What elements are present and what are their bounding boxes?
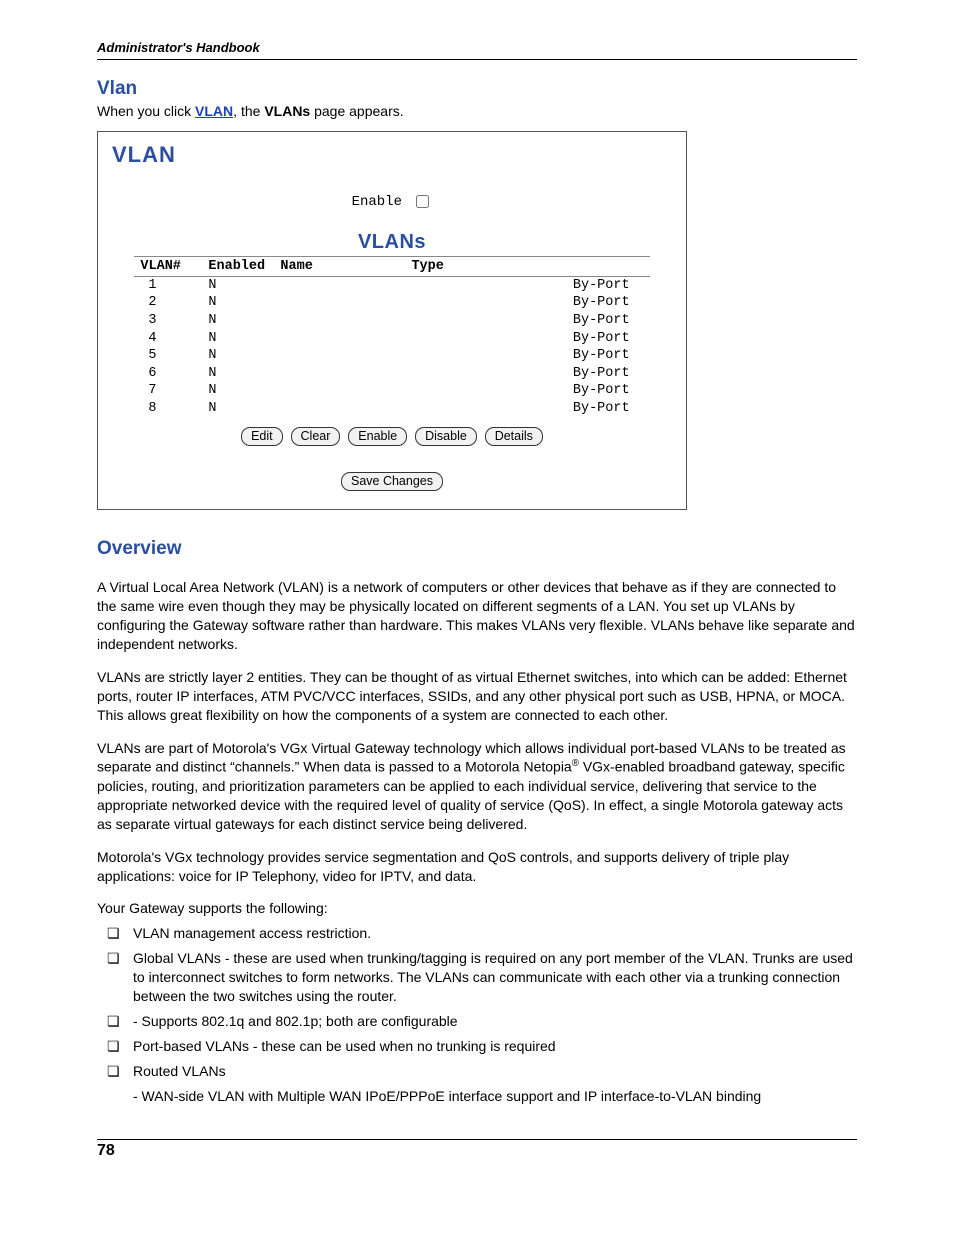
col-enabled: Enabled bbox=[202, 256, 274, 276]
cell-name bbox=[274, 347, 405, 365]
cell-vlan: 5 bbox=[134, 347, 202, 365]
cell-vlan: 7 bbox=[134, 382, 202, 400]
cell-name bbox=[274, 400, 405, 418]
feature-list: VLAN management access restriction. Glob… bbox=[107, 924, 857, 1080]
list-item: - Supports 802.1q and 802.1p; both are c… bbox=[107, 1012, 857, 1031]
col-name: Name bbox=[274, 256, 405, 276]
table-row[interactable]: 3N By-Port bbox=[134, 312, 649, 330]
cell-vlan: 6 bbox=[134, 365, 202, 383]
cell-enabled: N bbox=[202, 365, 274, 383]
save-button-row: Save Changes bbox=[112, 472, 672, 491]
enable-row: Enable bbox=[112, 192, 672, 211]
disable-button[interactable]: Disable bbox=[415, 427, 477, 446]
vlan-link[interactable]: VLAN bbox=[195, 103, 233, 119]
cell-vlan: 8 bbox=[134, 400, 202, 418]
list-item: Global VLANs - these are used when trunk… bbox=[107, 949, 857, 1006]
cell-type: By-Port bbox=[405, 276, 649, 294]
enable-checkbox[interactable] bbox=[416, 195, 429, 208]
cell-name bbox=[274, 312, 405, 330]
section-title-vlan: Vlan bbox=[97, 78, 857, 100]
cell-type: By-Port bbox=[405, 312, 649, 330]
table-row[interactable]: 2N By-Port bbox=[134, 294, 649, 312]
cell-type: By-Port bbox=[405, 365, 649, 383]
vlan-table-header: VLAN# Enabled Name Type bbox=[134, 256, 649, 276]
cell-enabled: N bbox=[202, 400, 274, 418]
cell-vlan: 4 bbox=[134, 330, 202, 348]
table-row[interactable]: 8N By-Port bbox=[134, 400, 649, 418]
cell-type: By-Port bbox=[405, 294, 649, 312]
edit-button[interactable]: Edit bbox=[241, 427, 283, 446]
list-item: Routed VLANs bbox=[107, 1062, 857, 1081]
cell-enabled: N bbox=[202, 347, 274, 365]
cell-enabled: N bbox=[202, 312, 274, 330]
col-vlan: VLAN# bbox=[134, 256, 202, 276]
cell-type: By-Port bbox=[405, 330, 649, 348]
table-row[interactable]: 1N By-Port bbox=[134, 276, 649, 294]
enable-button[interactable]: Enable bbox=[348, 427, 407, 446]
cell-enabled: N bbox=[202, 294, 274, 312]
page-number: 78 bbox=[97, 1142, 857, 1160]
intro-pre: When you click bbox=[97, 103, 195, 119]
footer-rule bbox=[97, 1139, 857, 1140]
intro-post: page appears. bbox=[310, 103, 403, 119]
col-type: Type bbox=[405, 256, 649, 276]
cell-type: By-Port bbox=[405, 400, 649, 418]
panel-title: VLAN bbox=[112, 142, 672, 168]
cell-enabled: N bbox=[202, 330, 274, 348]
save-changes-button[interactable]: Save Changes bbox=[341, 472, 443, 491]
cell-type: By-Port bbox=[405, 347, 649, 365]
table-row[interactable]: 7N By-Port bbox=[134, 382, 649, 400]
panel-subtitle: VLANs bbox=[112, 231, 672, 254]
clear-button[interactable]: Clear bbox=[291, 427, 341, 446]
list-item: Port-based VLANs - these can be used whe… bbox=[107, 1037, 857, 1056]
table-row[interactable]: 6N By-Port bbox=[134, 365, 649, 383]
section-title-overview: Overview bbox=[97, 538, 857, 560]
cell-name bbox=[274, 276, 405, 294]
registered-mark: ® bbox=[572, 758, 579, 769]
routed-vlans-subline: - WAN-side VLAN with Multiple WAN IPoE/P… bbox=[133, 1087, 857, 1106]
cell-type: By-Port bbox=[405, 382, 649, 400]
cell-enabled: N bbox=[202, 276, 274, 294]
action-button-row: Edit Clear Enable Disable Details bbox=[112, 427, 672, 446]
cell-name bbox=[274, 294, 405, 312]
cell-name bbox=[274, 330, 405, 348]
overview-p4: Motorola's VGx technology provides servi… bbox=[97, 848, 857, 886]
cell-vlan: 1 bbox=[134, 276, 202, 294]
overview-p2: VLANs are strictly layer 2 entities. The… bbox=[97, 668, 857, 725]
list-item: VLAN management access restriction. bbox=[107, 924, 857, 943]
vlan-panel: VLAN Enable VLANs VLAN# Enabled Name Typ… bbox=[97, 131, 687, 510]
header-rule bbox=[97, 59, 857, 60]
cell-vlan: 2 bbox=[134, 294, 202, 312]
table-row[interactable]: 4N By-Port bbox=[134, 330, 649, 348]
cell-vlan: 3 bbox=[134, 312, 202, 330]
intro-paragraph: When you click VLAN, the VLANs page appe… bbox=[97, 102, 857, 121]
cell-name bbox=[274, 382, 405, 400]
cell-name bbox=[274, 365, 405, 383]
intro-bold: VLANs bbox=[264, 103, 310, 119]
running-header: Administrator's Handbook bbox=[97, 40, 857, 59]
vlan-table: VLAN# Enabled Name Type 1NBy-Port 2NBy-P… bbox=[134, 256, 649, 417]
table-row[interactable]: 5N By-Port bbox=[134, 347, 649, 365]
intro-mid: , the bbox=[233, 103, 264, 119]
overview-p1: A Virtual Local Area Network (VLAN) is a… bbox=[97, 578, 857, 654]
details-button[interactable]: Details bbox=[485, 427, 543, 446]
overview-p3: VLANs are part of Motorola's VGx Virtual… bbox=[97, 739, 857, 834]
overview-p5: Your Gateway supports the following: bbox=[97, 899, 857, 918]
cell-enabled: N bbox=[202, 382, 274, 400]
enable-label: Enable bbox=[352, 194, 402, 210]
